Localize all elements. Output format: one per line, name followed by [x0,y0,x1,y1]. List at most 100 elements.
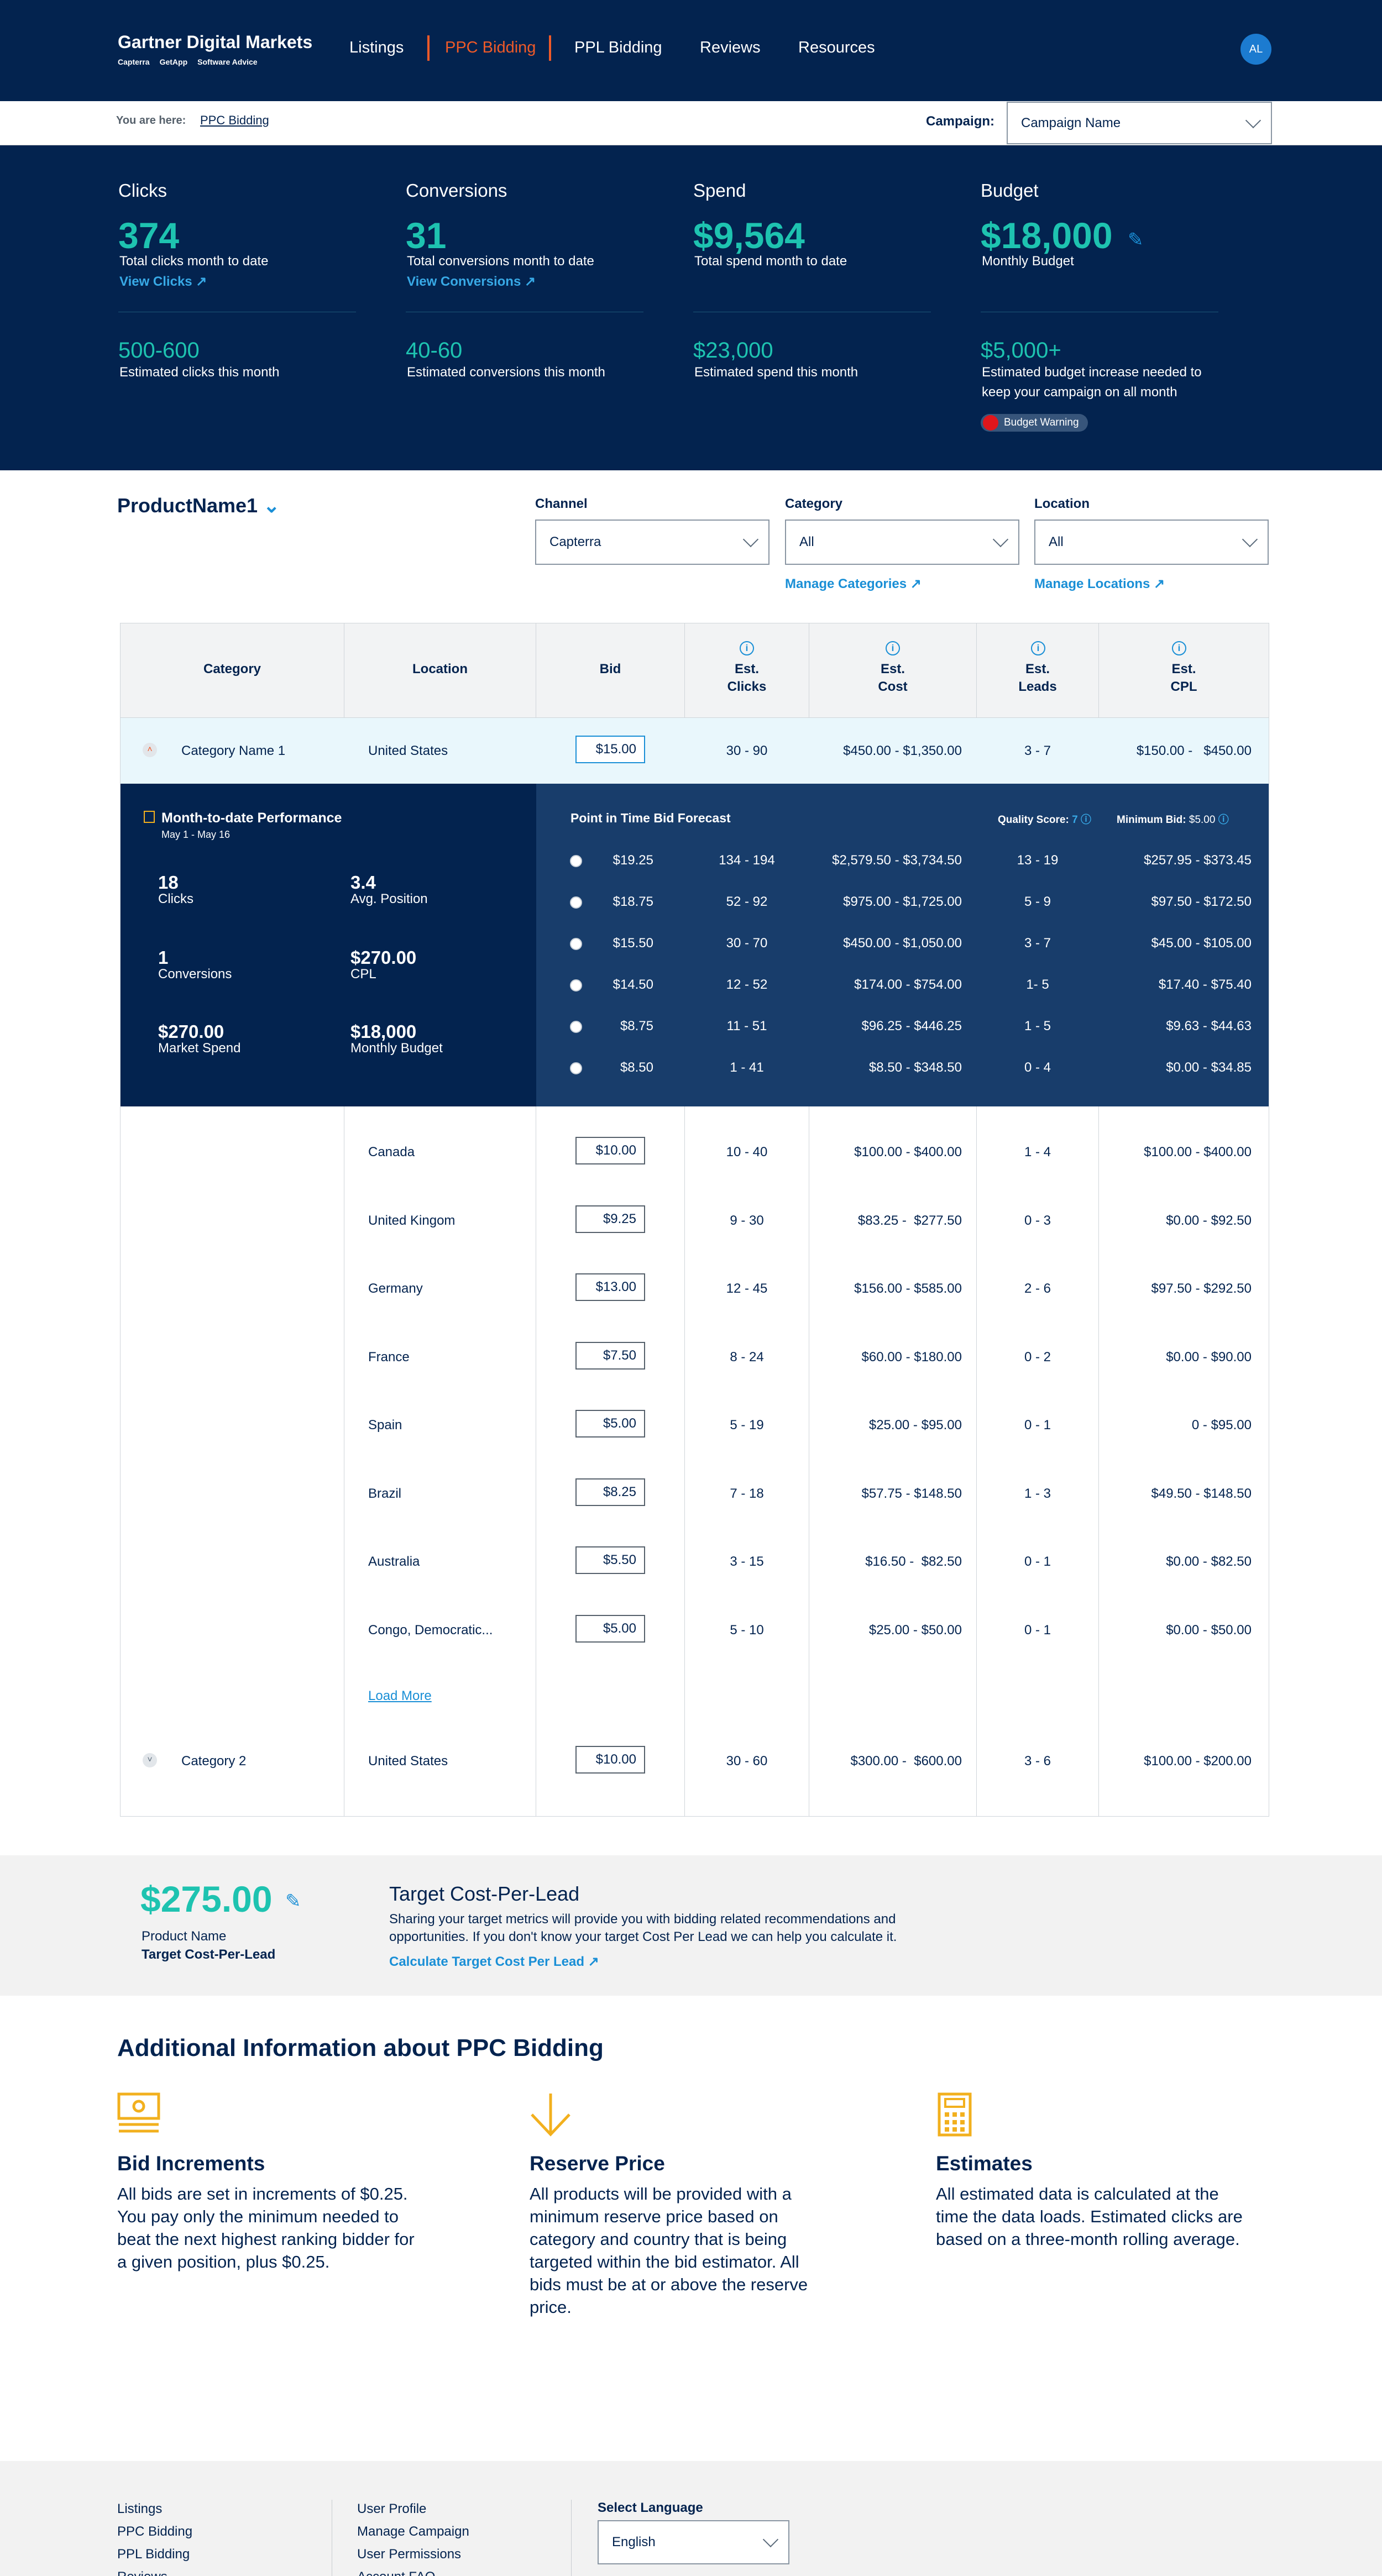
language-select[interactable]: English [598,2520,789,2564]
forecast-cpl: $17.40 - $75.40 [1158,977,1252,992]
bid-option-radio[interactable] [570,979,582,991]
footer-link[interactable]: User Permissions [357,2547,461,2562]
info-icon[interactable]: i [1172,641,1186,655]
row-clicks: 8 - 24 [730,1349,764,1365]
target-label: Target Cost-Per-Lead [142,1947,276,1962]
view-conversions-link[interactable]: View Conversions ↗ [407,274,536,290]
forecast-bid: $14.50 [613,977,653,992]
info-icon[interactable]: i [886,641,900,655]
kpi-clicks-value: 374 [118,215,180,256]
bid-input[interactable]: $5.50 [575,1546,645,1574]
campaign-select[interactable]: Campaign Name [1007,102,1272,144]
col-location[interactable]: Location [344,660,536,678]
additional-item-title: Reserve Price [530,2152,665,2175]
manage-categories-link[interactable]: Manage Categories ↗ [785,576,922,592]
row-location: United States [368,1754,448,1769]
edit-icon[interactable]: ✎ [1128,229,1144,251]
additional-item-text: category and country that is being [530,2229,787,2249]
nav-resources[interactable]: Resources [798,39,875,57]
kpi-conversions-title: Conversions [406,180,507,201]
nav-ppl-bidding[interactable]: PPL Bidding [574,39,662,57]
footer-link[interactable]: PPC Bidding [117,2524,192,2540]
bid-input[interactable]: $10.00 [575,1137,645,1164]
footer-link[interactable]: Listings [117,2501,162,2517]
bid-option-radio[interactable] [570,1062,582,1074]
calculate-target-link[interactable]: Calculate Target Cost Per Lead ↗ [389,1954,599,1970]
kpi-spend-title: Spend [693,180,746,201]
collapse-icon[interactable]: ˄ [143,743,157,757]
nav-ppc-bidding[interactable]: PPC Bidding [445,39,536,57]
footer-link[interactable]: Account FAQ [357,2569,435,2576]
expand-icon[interactable]: ˅ [143,1753,157,1767]
footer-link[interactable]: Reviews [117,2569,167,2576]
bid-option-radio[interactable] [570,938,582,950]
forecast-clicks: 12 - 52 [726,977,768,992]
footer-link[interactable]: PPL Bidding [117,2547,190,2562]
col-est-leads[interactable]: Est. Leads [977,660,1098,696]
bid-input[interactable]: $13.00 [575,1273,645,1301]
bid-option-radio[interactable] [570,896,582,909]
row-leads: 0 - 1 [1024,1418,1051,1433]
additional-item-text: All estimated data is calculated at the [936,2184,1219,2203]
logo-title[interactable]: Gartner Digital Markets [118,32,312,53]
row-cpl: $100.00 - $200.00 [1144,1754,1252,1769]
row-cpl: $0.00 - $82.50 [1166,1554,1252,1569]
additional-item-text: All products will be provided with a [530,2184,792,2203]
row-cpl: $0.00 - $90.00 [1166,1349,1252,1365]
bid-input[interactable]: $8.25 [575,1478,645,1506]
row-location: United Kingom [368,1213,456,1228]
bid-input[interactable]: $5.00 [575,1410,645,1437]
campaign-value: Campaign Name [1021,115,1121,130]
breadcrumb-label: You are here: [116,114,186,127]
channel-select[interactable]: Capterra [535,520,769,565]
view-clicks-link[interactable]: View Clicks ↗ [119,274,207,290]
kpi-conversions-sub: Total conversions month to date [407,254,594,269]
product-selector[interactable]: ProductName1 ⌄ [117,494,280,517]
nav-reviews[interactable]: Reviews [700,39,761,57]
bid-input[interactable]: $5.00 [575,1614,645,1643]
perf-stat-value: 3.4 [350,872,376,893]
additional-item-title: Bid Increments [117,2152,265,2175]
row-location: Brazil [368,1486,402,1501]
manage-locations-link[interactable]: Manage Locations ↗ [1034,576,1165,592]
row-cost: $83.25 - $277.50 [857,1213,962,1228]
language-value: English [612,2535,656,2549]
bid-input[interactable]: $10.00 [575,1746,645,1774]
breadcrumb-link[interactable]: PPC Bidding [200,113,269,128]
location-select[interactable]: All [1034,520,1269,565]
col-est-clicks[interactable]: Est. Clicks [685,660,809,696]
bid-option-radio[interactable] [570,1021,582,1033]
perf-stat-label: Clicks [158,891,193,906]
kpi-clicks-sub: Total clicks month to date [119,254,269,269]
load-more-link[interactable]: Load More [368,1688,432,1704]
avatar[interactable]: AL [1240,34,1271,65]
col-est-cost[interactable]: Est. Cost [809,660,976,696]
col-est-cpl[interactable]: Est. CPL [1099,660,1269,696]
chevron-down-icon [992,531,1009,548]
col-category[interactable]: Category [121,660,344,678]
info-icon[interactable]: i [1031,641,1045,655]
bid-option-radio[interactable] [570,855,582,867]
edit-icon[interactable]: ✎ [285,1890,301,1912]
footer-link[interactable]: User Profile [357,2501,426,2517]
row-location: Germany [368,1281,423,1296]
row-cpl: $0.00 - $50.00 [1166,1622,1252,1638]
chevron-down-icon [1245,112,1261,128]
info-icon[interactable]: i [740,641,754,655]
additional-item-text: You pay only the minimum needed to [117,2207,399,2226]
row-clicks: 9 - 30 [730,1213,764,1228]
row-location: Australia [368,1554,420,1569]
bid-input[interactable]: $7.50 [575,1341,645,1370]
footer-link[interactable]: Manage Campaign [357,2524,469,2540]
row-leads: 3 - 6 [1024,1754,1051,1769]
perf-stat-value: $270.00 [158,1021,224,1042]
bid-input[interactable]: $9.25 [575,1205,645,1233]
category-select[interactable]: All [785,520,1019,565]
bid-input[interactable]: $15.00 [575,736,645,763]
info-icon[interactable]: ⓘ [1081,814,1091,826]
category-label: Category [785,496,843,511]
col-bid[interactable]: Bid [536,660,684,678]
nav-listings[interactable]: Listings [349,39,404,57]
info-icon[interactable]: ⓘ [1218,814,1229,826]
row-clicks: 10 - 40 [726,1145,768,1160]
